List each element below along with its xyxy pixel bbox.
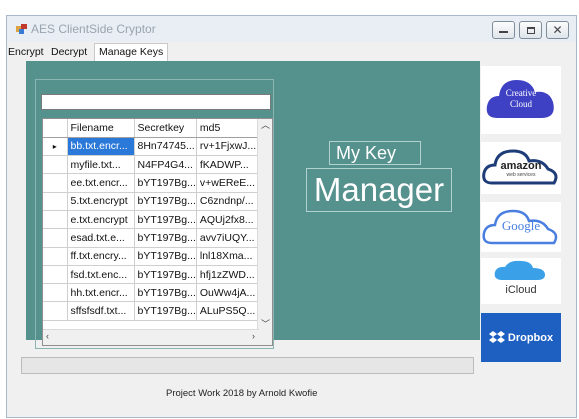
window-title: AES ClientSide Cryptor bbox=[31, 22, 156, 36]
title-bar: AES ClientSide Cryptor ✕ bbox=[7, 16, 576, 42]
creative-cloud-logo[interactable]: Creative Cloud bbox=[481, 66, 561, 134]
header-row: Filename Secretkey md5 bbox=[43, 119, 262, 138]
scrollbar-corner bbox=[258, 330, 272, 345]
cell-md5[interactable]: OuWw4jA... bbox=[196, 283, 262, 303]
close-button[interactable]: ✕ bbox=[546, 21, 569, 39]
creative-cloud-label-line1: Creative bbox=[505, 88, 537, 98]
row-header[interactable] bbox=[43, 228, 68, 248]
google-logo[interactable]: Google bbox=[481, 202, 561, 252]
cell-md5[interactable]: AQUj2fx8... bbox=[196, 210, 262, 230]
cell-md5[interactable]: ALuPS5Q... bbox=[196, 301, 262, 321]
cell-md5[interactable]: hfj1zZWD... bbox=[196, 265, 262, 285]
maximize-button[interactable] bbox=[519, 21, 542, 39]
tab-manage-keys[interactable]: Manage Keys bbox=[94, 43, 169, 61]
cell-secretkey[interactable]: bYT197Bg... bbox=[134, 173, 197, 193]
cell-secretkey[interactable]: bYT197Bg... bbox=[134, 301, 197, 321]
icloud-icon bbox=[494, 260, 545, 280]
table-row[interactable]: ff.txt.encry... bYT197Bg... lnl18Xma... bbox=[43, 247, 262, 266]
amazon-web-services-logo[interactable]: amazon web services bbox=[481, 142, 561, 194]
cell-filename[interactable]: fsd.txt.enc... bbox=[67, 265, 135, 285]
table-row[interactable]: fsd.txt.enc... bYT197Bg... hfj1zZWD... bbox=[43, 265, 262, 285]
cell-filename[interactable]: esad.txt.e... bbox=[67, 228, 135, 248]
tab-encrypt[interactable]: Encrypt bbox=[8, 46, 44, 58]
minimize-icon bbox=[499, 31, 508, 33]
cell-filename[interactable]: 5.txt.encrypt bbox=[67, 192, 135, 211]
scroll-left-icon[interactable]: ‹ bbox=[46, 332, 49, 341]
key-manager-panel: Filename Secretkey md5 ▸ bb.txt.encr... 8H… bbox=[26, 61, 480, 349]
maximize-icon bbox=[526, 26, 535, 34]
row-header[interactable] bbox=[43, 173, 68, 193]
keys-data-grid[interactable]: Filename Secretkey md5 ▸ bb.txt.encr... 8H… bbox=[42, 118, 273, 346]
row-header[interactable] bbox=[43, 155, 68, 175]
table-row[interactable]: ▸ bb.txt.encr... 8Hn74745... rv+1FjxwJ... bbox=[43, 137, 262, 157]
tab-decrypt[interactable]: Decrypt bbox=[51, 46, 87, 58]
row-header[interactable] bbox=[43, 265, 68, 285]
my-key-label: My Key bbox=[329, 141, 421, 165]
icloud-logo[interactable]: iCloud bbox=[481, 258, 561, 304]
cell-filename[interactable]: hh.txt.encr... bbox=[67, 283, 135, 303]
key-search-input[interactable] bbox=[41, 94, 271, 110]
corner-header bbox=[43, 119, 68, 138]
scroll-up-icon[interactable]: ︿ bbox=[261, 121, 270, 130]
table-row[interactable]: ee.txt.encr... bYT197Bg... v+wEReE... bbox=[43, 173, 262, 193]
cell-filename[interactable]: myfile.txt... bbox=[67, 155, 135, 175]
scroll-right-icon[interactable]: › bbox=[252, 332, 255, 341]
horizontal-scrollbar[interactable]: ‹ › bbox=[43, 329, 259, 345]
table-row[interactable]: esad.txt.e... bYT197Bg... avv7iUQY... bbox=[43, 228, 262, 248]
amazon-label: amazon bbox=[500, 160, 542, 172]
cell-filename[interactable]: sffsfsdf.txt... bbox=[67, 301, 135, 321]
cell-filename[interactable]: bb.txt.encr... bbox=[67, 137, 135, 157]
column-header-filename[interactable]: Filename bbox=[67, 119, 135, 138]
cell-md5[interactable]: fKADWP... bbox=[196, 155, 262, 175]
table-row[interactable]: 5.txt.encrypt bYT197Bg... C6zndnp/... bbox=[43, 192, 262, 211]
cell-filename[interactable]: ff.txt.encry... bbox=[67, 247, 135, 266]
row-header[interactable] bbox=[43, 283, 68, 303]
cell-md5[interactable]: lnl18Xma... bbox=[196, 247, 262, 266]
cell-secretkey[interactable]: bYT197Bg... bbox=[134, 192, 197, 211]
row-header[interactable] bbox=[43, 301, 68, 321]
cell-md5[interactable]: rv+1FjxwJ... bbox=[196, 137, 262, 157]
footer-credit: Project Work 2018 by Arnold Kwofie bbox=[166, 388, 318, 399]
dropbox-logo[interactable]: Dropbox bbox=[481, 313, 561, 362]
aws-sublabel: web services bbox=[506, 172, 536, 178]
key-app-icon bbox=[16, 24, 27, 34]
cell-secretkey[interactable]: bYT197Bg... bbox=[134, 228, 197, 248]
creative-cloud-label-line2: Cloud bbox=[509, 99, 532, 109]
table-row[interactable]: myfile.txt... N4FP4G4... fKADWP... bbox=[43, 155, 262, 175]
cell-filename[interactable]: e.txt.encrypt bbox=[67, 210, 135, 230]
column-header-secretkey[interactable]: Secretkey bbox=[134, 119, 197, 138]
table-row[interactable]: e.txt.encrypt bYT197Bg... AQUj2fx8... bbox=[43, 210, 262, 230]
table-row[interactable]: hh.txt.encr... bYT197Bg... OuWw4jA... bbox=[43, 283, 262, 303]
cell-md5[interactable]: avv7iUQY... bbox=[196, 228, 262, 248]
close-icon: ✕ bbox=[552, 23, 563, 37]
row-header[interactable]: ▸ bbox=[43, 137, 68, 157]
current-row-arrow-icon: ▸ bbox=[52, 141, 57, 151]
cell-filename[interactable]: ee.txt.encr... bbox=[67, 173, 135, 193]
progress-bar bbox=[21, 357, 474, 374]
scroll-down-icon[interactable]: ﹀ bbox=[261, 320, 270, 329]
google-label: Google bbox=[501, 218, 541, 233]
table-row[interactable]: sffsfsdf.txt... bYT197Bg... ALuPS5Q... bbox=[43, 301, 262, 321]
cell-secretkey[interactable]: bYT197Bg... bbox=[134, 283, 197, 303]
cell-md5[interactable]: C6zndnp/... bbox=[196, 192, 262, 211]
cell-secretkey[interactable]: bYT197Bg... bbox=[134, 210, 197, 230]
cell-secretkey[interactable]: N4FP4G4... bbox=[134, 155, 197, 175]
dropbox-label: Dropbox bbox=[507, 331, 554, 344]
vertical-scrollbar[interactable]: ︿ ﹀ bbox=[257, 119, 272, 331]
icloud-label: iCloud bbox=[505, 284, 537, 296]
row-header[interactable] bbox=[43, 210, 68, 230]
keys-table: Filename Secretkey md5 ▸ bb.txt.encr... 8H… bbox=[43, 119, 262, 321]
tab-strip: Encrypt Decrypt Manage Keys bbox=[7, 43, 576, 61]
column-header-md5[interactable]: md5 bbox=[196, 119, 262, 138]
cell-md5[interactable]: v+wEReE... bbox=[196, 173, 262, 193]
row-header[interactable] bbox=[43, 247, 68, 266]
cell-secretkey[interactable]: 8Hn74745... bbox=[134, 137, 197, 157]
row-header[interactable] bbox=[43, 192, 68, 211]
minimize-button[interactable] bbox=[492, 21, 515, 39]
dropbox-icon bbox=[488, 330, 505, 343]
cell-secretkey[interactable]: bYT197Bg... bbox=[134, 265, 197, 285]
manager-label: Manager bbox=[306, 168, 452, 212]
cell-secretkey[interactable]: bYT197Bg... bbox=[134, 247, 197, 266]
